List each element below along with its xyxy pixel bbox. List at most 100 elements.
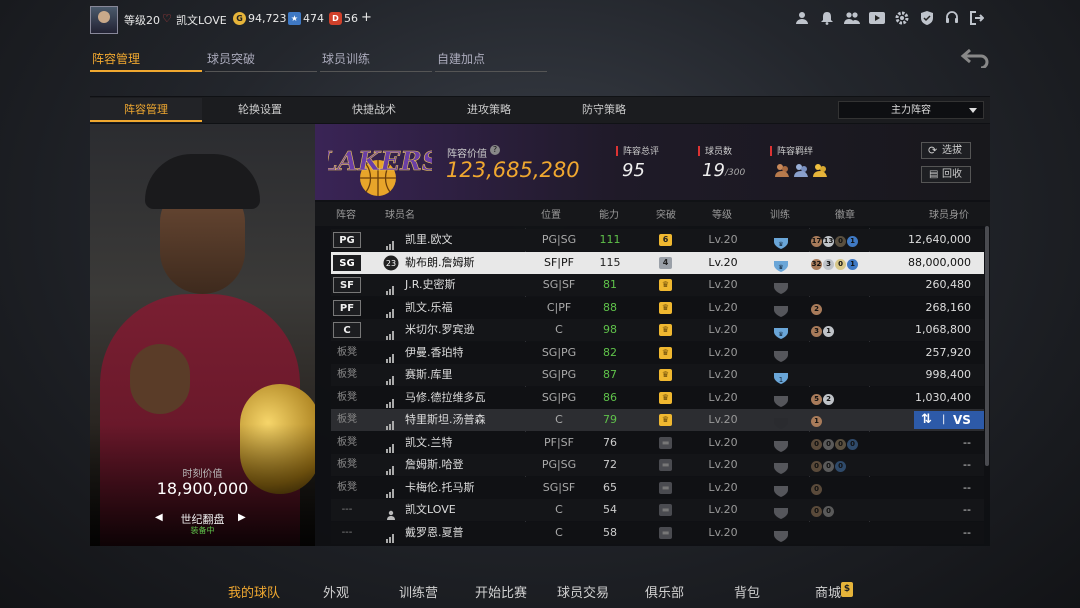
avatar[interactable]: [90, 6, 118, 34]
settings-gear-icon[interactable]: [894, 11, 910, 27]
player-level: Lv.20: [708, 255, 738, 269]
breakthrough-tier-badge: 6: [659, 234, 672, 246]
crown-icon: ♛: [659, 301, 672, 314]
signal-strength-icon: [386, 303, 396, 318]
main-tab-lineup[interactable]: 阵容管理: [90, 50, 202, 72]
player-name: 马修.德拉维多瓦: [405, 390, 486, 404]
player-price: 268,160: [925, 300, 972, 314]
card-equipped-status: 装备中: [190, 526, 215, 535]
signal-strength-icon: [386, 280, 396, 295]
divider-red: [616, 146, 618, 156]
player-level: Lv.20: [708, 368, 738, 381]
compare-vs-button[interactable]: VS: [953, 411, 971, 429]
divider-red: [770, 146, 772, 156]
nav-club[interactable]: 俱乐部: [645, 582, 684, 601]
main-tab-breakthrough[interactable]: 球员突破: [205, 50, 317, 72]
table-scrollbar[interactable]: [985, 226, 989, 466]
player-price: 1,068,800: [915, 323, 971, 336]
crown-icon: ♛: [659, 369, 672, 381]
player-position: PG|SG: [541, 458, 577, 471]
position-slot-badge[interactable]: SG: [333, 254, 361, 271]
headset-support-icon[interactable]: [944, 11, 960, 27]
table-row[interactable]: 板凳 卡梅伦.托马斯 SG|SF 65 ▬ Lv.20 0 --: [331, 476, 984, 499]
player-name: 勒布朗.詹姆斯: [405, 255, 475, 269]
bond-people-icon[interactable]: [774, 162, 832, 182]
nav-player-trade[interactable]: 球员交易: [557, 582, 609, 601]
table-row[interactable]: PG 凯里.欧文 PG|SG 111 6 Lv.20 ♛ 17 13 0 1 12,640,000: [331, 229, 984, 251]
sub-tab-lineup[interactable]: 阵容管理: [90, 98, 202, 122]
player-ability: 98: [603, 323, 617, 336]
sub-tab-defense[interactable]: 防守策略: [548, 98, 660, 122]
table-row[interactable]: SG 23 勒布朗.詹姆斯 SF|PF 115 4 Lv.20 ♛ 32 3 0 1 88,000,00…: [331, 251, 984, 274]
main-tab-custom-points[interactable]: 自建加点: [435, 50, 547, 72]
player-price: 998,400: [925, 368, 972, 381]
nav-start-match[interactable]: 开始比赛: [475, 582, 527, 601]
vip-heart-icon: ♡: [162, 12, 172, 25]
training-shield-icon: ♛: [773, 257, 789, 272]
sub-tab-rotation[interactable]: 轮换设置: [204, 98, 316, 122]
badge-icon: 3: [811, 326, 822, 337]
swap-arrows-icon[interactable]: ⇅: [921, 411, 932, 429]
player-position: SG|PG: [541, 345, 577, 359]
table-row[interactable]: 板凳 赛斯.库里 SG|PG 87 ♛ Lv.20 1 998,400: [331, 364, 984, 386]
table-row[interactable]: 板凳 特里斯坦.汤普森 C 79 ♛ Lv.20 1 ⇅ | VS: [331, 409, 984, 431]
crown-icon: ♛: [659, 346, 672, 359]
player-level: Lv.20: [708, 278, 738, 291]
table-row[interactable]: 板凳 马修.德拉维多瓦 SG|PG 86 ♛ Lv.20 5 2 1,030,400: [331, 386, 984, 409]
signal-strength-icon: [386, 528, 396, 543]
gold-amount: 94,723: [248, 12, 287, 25]
training-shield-icon: [773, 414, 789, 429]
player-name: 特里斯坦.汤普森: [405, 413, 486, 426]
badge-icon: 0: [823, 461, 834, 472]
crown-icon: ♛: [659, 324, 672, 336]
recycle-button[interactable]: ▤ 回收: [921, 166, 971, 183]
player-name: 詹姆斯.哈登: [405, 458, 464, 471]
table-row[interactable]: --- 戴罗恩.夏普 C 58 ▬ Lv.20 --: [331, 521, 984, 544]
nav-backpack[interactable]: 背包: [734, 582, 760, 601]
team-logo-text: LAKERS: [328, 147, 432, 177]
table-row[interactable]: 板凳 詹姆斯.哈登 PG|SG 72 ▬ Lv.20 0 0 0 --: [331, 454, 984, 476]
player-price: --: [963, 480, 971, 494]
position-slot-badge[interactable]: PG: [333, 232, 361, 248]
back-arrow-icon[interactable]: [960, 46, 990, 70]
video-play-icon[interactable]: [869, 11, 885, 27]
player-position: C|PF: [546, 300, 572, 314]
nav-appearance[interactable]: 外观: [323, 582, 349, 601]
table-row[interactable]: --- 凯文LOVE C 54 ▬ Lv.20 0 0 --: [331, 499, 984, 521]
table-row[interactable]: 板凳 伊曼.香珀特 SG|PG 82 ♛ Lv.20 257,920: [331, 341, 984, 364]
badge-icon: 32: [811, 258, 822, 270]
col-badges: 徽章: [835, 210, 855, 221]
position-slot-badge[interactable]: SF: [333, 277, 361, 293]
badge-list: 1: [811, 409, 823, 431]
position-slot-badge[interactable]: C: [333, 322, 361, 338]
table-row[interactable]: 板凳 凯文.兰特 PF|SF 76 ▬ Lv.20 0 0 0 0 --: [331, 431, 984, 454]
shield-check-icon[interactable]: [919, 11, 935, 27]
badge-list: 52: [811, 387, 835, 409]
nav-shop[interactable]: 商城: [815, 582, 841, 601]
team-logo: LAKERS: [318, 134, 441, 196]
profile-icon[interactable]: [794, 11, 810, 27]
lineup-select[interactable]: 主力阵容: [838, 101, 984, 119]
player-count-max: /300: [725, 168, 746, 178]
training-shield-icon: [773, 347, 789, 362]
nav-training-camp[interactable]: 训练营: [399, 582, 438, 601]
player-ability: 88: [603, 300, 617, 314]
table-row[interactable]: SF J.R.史密斯 SG|SF 81 ♛ Lv.20 260,480: [331, 274, 984, 296]
card-next-arrow-icon[interactable]: ▶: [238, 512, 246, 523]
training-shield-icon: [773, 279, 789, 294]
main-tab-training[interactable]: 球员训练: [320, 50, 432, 72]
logout-icon[interactable]: [969, 11, 985, 27]
select-button[interactable]: ⟳ 选拔: [921, 142, 971, 159]
friends-icon[interactable]: [844, 11, 860, 27]
position-slot-badge[interactable]: PF: [333, 299, 361, 316]
sub-tab-offense[interactable]: 进攻策略: [433, 98, 545, 122]
sub-tab-quick-tactics[interactable]: 快捷战术: [318, 98, 430, 122]
nav-my-team[interactable]: 我的球队: [228, 582, 280, 601]
username: 凯文LOVE: [176, 14, 227, 27]
notification-bell-icon[interactable]: [819, 11, 835, 27]
table-row[interactable]: C 米切尔.罗宾逊 C 98 ♛ Lv.20 ♛ 3 1 1,068,800: [331, 319, 984, 341]
add-currency-button[interactable]: +: [361, 10, 372, 25]
training-shield-icon: [773, 392, 789, 407]
help-icon[interactable]: ?: [490, 145, 500, 155]
table-row[interactable]: PF 凯文.乐福 C|PF 88 ♛ Lv.20 2 268,160: [331, 296, 984, 319]
